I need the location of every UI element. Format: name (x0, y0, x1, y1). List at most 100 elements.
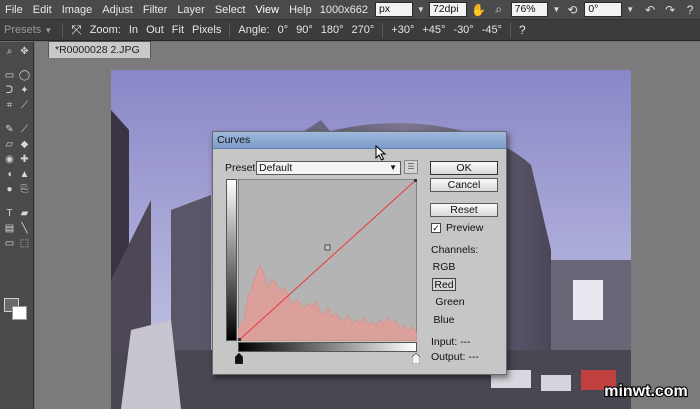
lasso-icon[interactable]: ᑐ (3, 85, 16, 97)
curves-title: Curves (217, 134, 251, 146)
menu-image[interactable]: Image (57, 0, 98, 20)
curve-point-end (414, 179, 417, 182)
black-point-slider[interactable] (235, 353, 243, 364)
curve-point-start (238, 338, 241, 341)
document-tab[interactable]: *R0000028 2.JPG (48, 41, 151, 58)
eyedropper-icon[interactable]: ⟋ (18, 100, 31, 112)
heal-icon[interactable]: ✚ (18, 154, 31, 166)
shape-tool-icon[interactable]: ▰ (18, 208, 31, 220)
fit-icon[interactable]: ⤧ (67, 22, 85, 38)
move-tool-icon[interactable]: ✥ (18, 46, 31, 58)
menu-view[interactable]: View (250, 0, 284, 20)
marquee-rect-icon[interactable]: ▭ (3, 70, 16, 82)
undo-icon[interactable]: ↶ (642, 2, 658, 17)
menu-filter[interactable]: Filter (138, 0, 172, 20)
preset-value: Default (259, 162, 293, 174)
rotate-plus30-button[interactable]: +30° (387, 24, 418, 36)
mouse-cursor-icon (375, 145, 387, 161)
unit-select[interactable]: px (375, 2, 413, 17)
zoom-pixels-button[interactable]: Pixels (188, 24, 225, 36)
rotate-plus45-button[interactable]: +45° (418, 24, 449, 36)
marquee-ellipse-icon[interactable]: ◯ (18, 70, 31, 82)
rotate-minus30-button[interactable]: -30° (449, 24, 477, 36)
background-color[interactable] (12, 306, 27, 320)
zoom-in-button[interactable]: In (125, 24, 142, 36)
brush-icon[interactable]: ⟋ (18, 124, 31, 136)
watermark-svg: minwt.com (603, 382, 689, 401)
pencil-icon[interactable]: ✎ (3, 124, 16, 136)
tool-panel: ⌕ ✥ ▭ ◯ ᑐ ✦ ⌗ ⟋ ✎ ⟋ ▱ ◆ ◉ ✚ ◖ ▲ ● ⎘ T ▰ … (0, 42, 34, 409)
clone-icon[interactable]: ⎘ (18, 184, 31, 196)
angle-0-button[interactable]: 0° (274, 24, 293, 36)
resolution-field[interactable]: 72dpi (428, 2, 467, 17)
cancel-label: Cancel (447, 179, 481, 191)
curves-dialog: Curves Preset: Default ▼ ☰ OK Cancel Res… (212, 131, 507, 375)
line-icon[interactable]: ╲ (18, 223, 31, 235)
channel-red[interactable]: Red (432, 278, 456, 291)
curves-title-bar[interactable]: Curves (213, 132, 506, 149)
dodge-icon[interactable]: ● (3, 184, 16, 196)
watermark-logo: minwt.com (596, 378, 696, 404)
watermark-text: minwt.com (604, 383, 688, 400)
ok-label: OK (456, 162, 472, 174)
hand-tool-icon[interactable]: ▭ (3, 238, 16, 250)
angle-label: Angle: (238, 24, 270, 36)
angle-90-button[interactable]: 90° (292, 24, 317, 36)
zoom-fit-button[interactable]: Fit (168, 24, 188, 36)
redo-icon[interactable]: ↷ (662, 2, 678, 17)
angle-180-button[interactable]: 180° (317, 24, 348, 36)
angle-field[interactable]: 0° (584, 2, 623, 17)
menu-layer[interactable]: Layer (172, 0, 210, 20)
separator (510, 22, 512, 38)
preset-options-icon[interactable]: ☰ (404, 160, 418, 174)
zoom-tool-icon[interactable]: ⌕ (3, 46, 16, 58)
transform-icon[interactable]: ⬚ (18, 238, 31, 250)
input-readout: Input: --- (431, 336, 471, 348)
channel-green[interactable]: Green (435, 296, 465, 309)
gradient-icon[interactable]: ▤ (3, 223, 16, 235)
chevron-down-icon[interactable]: ▼ (624, 2, 636, 17)
fill-icon[interactable]: ◆ (18, 139, 31, 151)
zoom-icon[interactable]: ⌕ (491, 2, 507, 17)
text-tool-icon[interactable]: T (3, 208, 16, 220)
zoom-field[interactable]: 76% (510, 2, 549, 17)
ok-button[interactable]: OK (430, 161, 498, 175)
reset-label: Reset (450, 204, 478, 216)
curves-graph[interactable] (238, 179, 417, 341)
help-icon[interactable]: ? (515, 23, 530, 37)
menu-help[interactable]: Help (284, 0, 317, 20)
document-tab-label: *R0000028 2.JPG (55, 44, 140, 56)
blur-icon[interactable]: ◖ (3, 169, 16, 181)
menu-adjust[interactable]: Adjust (97, 0, 138, 20)
rotate-icon[interactable]: ⟲ (564, 2, 580, 17)
preview-checkbox[interactable]: ✓ (431, 223, 441, 233)
chevron-down-icon[interactable]: ▼ (550, 2, 562, 17)
zoom-out-button[interactable]: Out (142, 24, 168, 36)
input-gradient-bar (238, 342, 417, 352)
white-point-slider[interactable] (412, 353, 420, 364)
angle-270-button[interactable]: 270° (348, 24, 379, 36)
channel-blue[interactable]: Blue (432, 314, 456, 327)
help-icon[interactable]: ? (682, 2, 698, 17)
channel-rgb[interactable]: RGB (432, 261, 456, 274)
angle-value: 0° (588, 3, 599, 15)
presets-label: Presets (4, 24, 42, 36)
preset-select[interactable]: Default ▼ (256, 161, 401, 175)
crop-icon[interactable]: ⌗ (3, 100, 16, 112)
menu-select[interactable]: Select (210, 0, 251, 20)
hand-icon[interactable]: ✋ (471, 2, 487, 17)
separator (229, 22, 231, 38)
chevron-down-icon[interactable]: ▼ (415, 2, 427, 17)
sharpen-icon[interactable]: ▲ (18, 169, 31, 181)
zoom-label: Zoom: (89, 24, 121, 36)
magic-wand-icon[interactable]: ✦ (18, 85, 31, 97)
rotate-minus45-button[interactable]: -45° (478, 24, 506, 36)
presets-menu[interactable]: Presets ▼ (0, 24, 58, 36)
reset-button[interactable]: Reset (430, 203, 498, 217)
redeye-icon[interactable]: ◉ (3, 154, 16, 166)
eraser-icon[interactable]: ▱ (3, 139, 16, 151)
menu-file[interactable]: File (0, 0, 28, 20)
menu-bar: File Edit Image Adjust Filter Layer Sele… (0, 0, 700, 20)
menu-edit[interactable]: Edit (28, 0, 57, 20)
cancel-button[interactable]: Cancel (430, 178, 498, 192)
